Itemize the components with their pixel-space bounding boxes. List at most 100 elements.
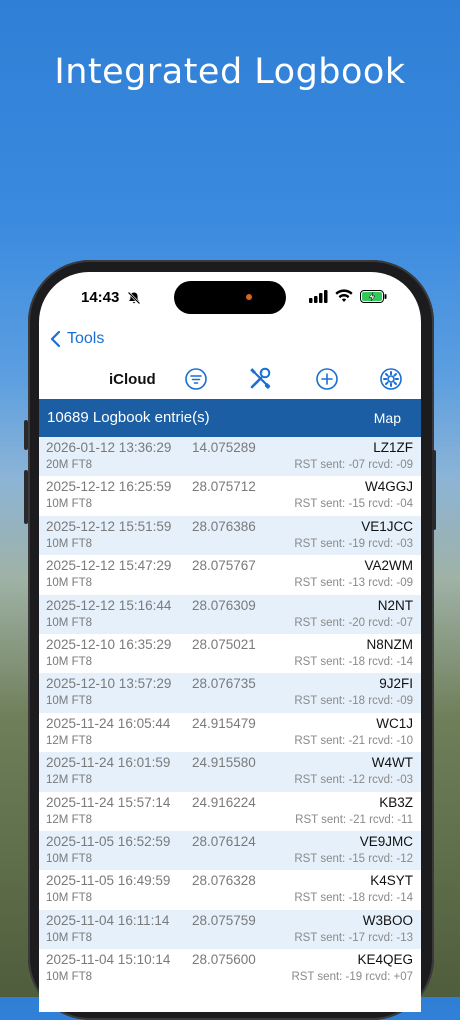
phone-side-button [24,420,28,450]
entry-rst: RST sent: -21 rcvd: -11 [295,813,413,826]
logbook-row[interactable]: 2025-12-12 16:25:59 28.075712 W4GGJ 10M FT8… [39,476,421,515]
entry-callsign: VA2WM [364,558,413,574]
entry-datetime: 2025-11-24 15:57:14 [46,794,171,810]
chevron-left-icon [50,330,61,348]
entry-datetime: 2025-12-12 15:16:44 [46,597,172,613]
entry-rst: RST sent: -20 rcvd: -07 [294,616,413,629]
camera-indicator [246,294,252,300]
headline: Integrated Logbook [54,52,406,92]
entry-rst: RST sent: -13 rcvd: -09 [294,577,413,590]
map-button[interactable]: Map [374,410,401,426]
entry-band-mode: 20M FT8 [46,459,93,471]
back-label: Tools [67,330,105,347]
entry-callsign: 9J2FI [379,676,413,692]
entry-band-mode: 10M FT8 [46,616,93,629]
logbook-header: 10689 Logbook entrie(s) Map [39,399,421,437]
logbook-row[interactable]: 2025-11-04 15:10:14 28.075600 KE4QEG 10M FT… [39,949,421,988]
logbook-row[interactable]: 2025-12-10 16:35:29 28.075021 N8NZM 10M FT8… [39,634,421,673]
entry-band-mode: 12M FT8 [46,813,93,826]
entry-callsign: KB3Z [379,794,413,810]
entry-rst: RST sent: -21 rcvd: -10 [294,734,413,747]
phone-volume-button [24,470,28,524]
add-entry-icon[interactable] [315,367,339,391]
entry-frequency: 28.076328 [192,873,256,889]
logbook-row[interactable]: 2025-12-10 13:57:29 28.076735 9J2FI 10M FT8… [39,673,421,713]
status-time: 14:43 [81,289,120,306]
entry-datetime: 2025-11-05 16:49:59 [46,873,171,889]
logbook-row[interactable]: 2025-11-05 16:52:59 28.076124 VE9JMC 10M FT… [39,830,421,871]
entry-rst: RST sent: -15 rcvd: -04 [294,498,413,511]
filter-icon[interactable] [184,367,208,391]
logbook-row[interactable]: 2025-12-12 15:51:59 28.076386 VE1JCC 10M FT… [39,515,421,556]
app-screen: 14:43 Tools iCloud 10689 Logbook entrie(… [39,272,421,1012]
entry-datetime: 2025-11-24 16:01:59 [46,755,171,771]
logbook-row[interactable]: 2025-11-24 16:01:59 24.915580 W4WT 12M FT8 R… [39,752,421,792]
entry-callsign: K4SYT [370,873,413,889]
logbook-row[interactable]: 2025-11-04 16:11:14 28.075759 W3BOO 10M FT8… [39,909,421,950]
entry-callsign: VE1JCC [361,518,413,534]
entry-frequency: 28.075021 [192,636,256,652]
battery-charging-icon [360,290,387,303]
status-bar: 14:43 [39,272,421,326]
entry-band-mode: 10M FT8 [46,537,93,550]
entry-rst: RST sent: -19 rcvd: +07 [291,971,413,984]
entry-frequency: 28.075767 [192,558,256,574]
entry-datetime: 2025-11-24 16:05:44 [46,715,171,731]
toolbar: iCloud [39,364,421,396]
entry-callsign: KE4QEG [357,952,413,968]
entry-callsign: W4WT [371,755,413,771]
entry-rst: RST sent: -19 rcvd: -03 [294,537,413,550]
entry-rst: RST sent: -15 rcvd: -12 [294,852,413,865]
entry-callsign: WC1J [376,715,413,731]
entry-datetime: 2025-11-04 15:10:14 [46,952,171,968]
entry-callsign: N2NT [377,597,413,613]
entry-callsign: LZ1ZF [373,440,413,455]
entry-rst: RST sent: -12 rcvd: -03 [294,774,413,787]
entry-rst: RST sent: -17 rcvd: -13 [294,931,413,944]
entry-frequency: 24.915479 [192,715,256,731]
entry-callsign: W4GGJ [364,479,413,495]
logbook-row[interactable]: 2026-01-12 13:36:29 14.075289 LZ1ZF 20M FT8… [39,437,421,477]
silent-bell-icon [127,291,141,305]
entry-band-mode: 10M FT8 [46,655,93,668]
entry-frequency: 28.076735 [192,676,256,692]
entry-frequency: 28.076386 [192,518,256,534]
entry-rst: RST sent: -07 rcvd: -09 [294,459,413,471]
dynamic-island [174,281,286,314]
entry-callsign: W3BOO [362,912,413,928]
entry-frequency: 28.075712 [192,479,256,495]
entry-frequency: 28.076124 [192,833,256,849]
cellular-signal-icon [309,290,328,303]
entry-count: 10689 Logbook entrie(s) [47,409,210,426]
entry-band-mode: 10M FT8 [46,971,93,984]
entry-frequency: 28.075600 [192,952,256,968]
entry-callsign: N8NZM [366,636,414,652]
logbook-list: 2026-01-12 13:36:29 14.075289 LZ1ZF 20M FT8… [39,437,421,988]
entry-frequency: 28.076309 [192,597,256,613]
entry-band-mode: 10M FT8 [46,577,93,590]
tools-icon[interactable] [248,367,272,391]
source-label[interactable]: iCloud [109,371,156,388]
entry-datetime: 2025-12-10 16:35:29 [46,636,172,652]
entry-frequency: 14.075289 [192,440,256,455]
logbook-row[interactable]: 2025-11-24 16:05:44 24.915479 WC1J 12M FT8 R… [39,713,421,752]
entry-datetime: 2025-12-12 16:25:59 [46,479,172,495]
entry-frequency: 28.075759 [192,912,256,928]
entry-band-mode: 12M FT8 [46,774,93,787]
logbook-row[interactable]: 2025-12-12 15:47:29 28.075767 VA2WM 10M FT8… [39,555,421,594]
entry-datetime: 2026-01-12 13:36:29 [46,440,172,455]
settings-gear-icon[interactable] [379,367,403,391]
entry-band-mode: 10M FT8 [46,892,93,905]
entry-datetime: 2025-12-10 13:57:29 [46,676,172,692]
entry-band-mode: 10M FT8 [46,498,93,511]
entry-rst: RST sent: -18 rcvd: -14 [294,892,413,905]
phone-power-button [432,450,436,530]
wifi-icon [335,289,353,302]
logbook-row[interactable]: 2025-12-12 15:16:44 28.076309 N2NT 10M FT8 R… [39,594,421,634]
back-button[interactable]: Tools [49,330,104,348]
entry-band-mode: 12M FT8 [46,734,93,747]
entry-band-mode: 10M FT8 [46,852,93,865]
entry-datetime: 2025-11-04 16:11:14 [46,912,170,928]
logbook-row[interactable]: 2025-11-05 16:49:59 28.076328 K4SYT 10M FT8… [39,870,421,909]
logbook-row[interactable]: 2025-11-24 15:57:14 24.916224 KB3Z 12M FT8 R… [39,792,421,831]
